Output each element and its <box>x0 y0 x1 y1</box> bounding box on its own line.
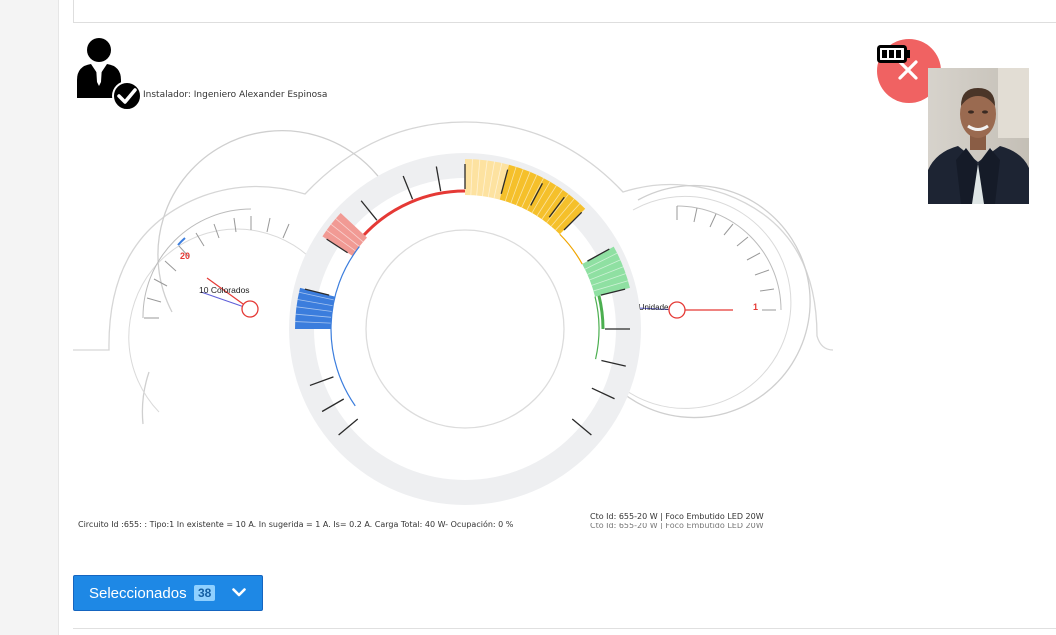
bottom-divider <box>73 628 1056 629</box>
top-panel <box>73 0 1056 23</box>
chevron-down-icon <box>232 588 246 597</box>
left-gauge-hub <box>241 300 259 318</box>
left-gauge-max-label: 20 <box>180 251 190 261</box>
user-check-icon <box>77 38 142 111</box>
profile-photo <box>928 68 1029 204</box>
installer-label: Instalador: Ingeniero Alexander Espinosa <box>143 90 328 100</box>
center-gauge <box>289 153 641 505</box>
circuit-info: Circuito Id :655: : Tipo:1 In existente … <box>78 520 514 529</box>
cto-info: Cto Id: 655-20 W | Foco Embutido LED 20W <box>590 512 764 521</box>
selected-label: Seleccionados <box>89 585 187 602</box>
left-gauge-needle-label: 10 Colorados <box>199 285 250 295</box>
selected-dropdown-button[interactable]: Seleccionados 38 <box>73 575 263 611</box>
selected-count-badge: 38 <box>194 585 216 601</box>
right-gauge-max-label: 1 <box>753 302 758 312</box>
right-gauge-hub <box>668 301 686 319</box>
cto-info-secondary: Cto Id: 655-20 W | Foco Embutido LED 20W <box>590 523 764 529</box>
left-rail <box>0 0 59 635</box>
dashboard-gauges: 20 10 Colorados 0 Unidades 1 <box>73 121 833 505</box>
battery-icon <box>877 45 910 63</box>
